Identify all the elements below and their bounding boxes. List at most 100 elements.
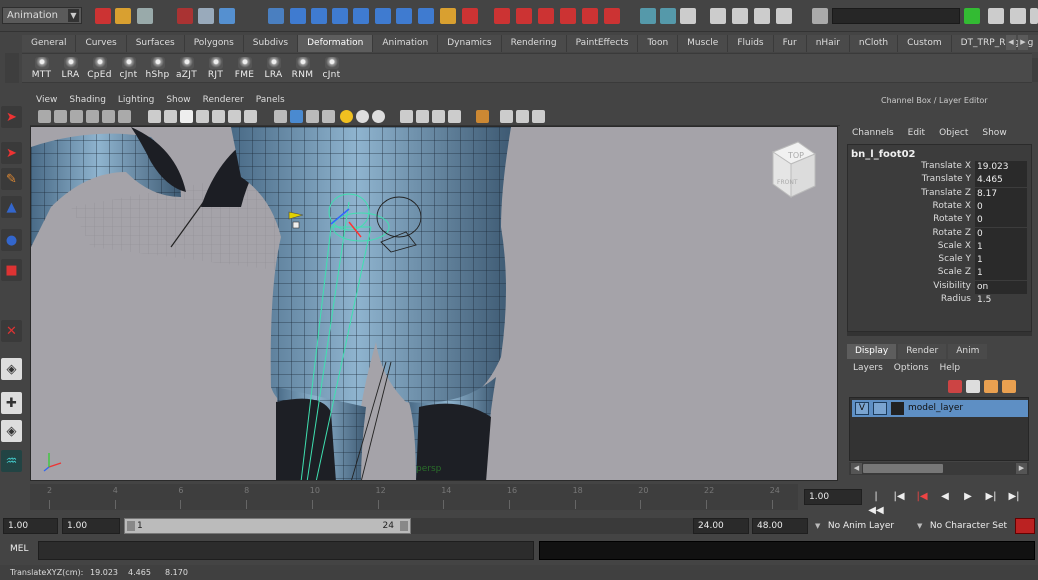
selected-object-name[interactable]: bn_l_foot02 [851,149,916,160]
snap-curve-icon[interactable] [516,8,532,24]
layer-editor-menu-item[interactable]: Options [894,361,929,375]
xray-icon[interactable] [244,110,257,123]
frame-all-icon[interactable] [500,110,513,123]
channel-attribute-row[interactable]: Rotate Z0 [851,227,1027,241]
channel-attribute-value[interactable]: 1.5 [975,294,1027,307]
construction-history-icon[interactable] [640,8,656,24]
channel-attribute-row[interactable]: Translate X 19.023 [851,161,1027,174]
wireframe-on-shaded-icon[interactable] [180,110,193,123]
select-object-icon[interactable] [198,8,214,24]
scale-tool-icon[interactable]: ■ [1,259,22,281]
highlight-selection-icon[interactable] [462,8,478,24]
shelf-tab[interactable]: Toon [638,35,679,52]
channel-attribute-row[interactable]: Translate Y 4.465 [851,174,1027,188]
viewport-menu-item[interactable]: View [36,93,57,108]
select-tool-icon[interactable]: ➤ [1,106,22,128]
shelf-button[interactable]: LRA [259,56,288,83]
viewport-menu-item[interactable]: Renderer [203,93,244,108]
channel-attribute-value[interactable]: 0 [975,227,1027,241]
shelf-tab[interactable]: Custom [898,35,952,52]
paint-effects-icon[interactable] [754,8,770,24]
time-slider[interactable] [30,484,798,510]
channel-attribute-row[interactable]: Rotate Y 0 [851,214,1027,228]
persp-outliner-layout-icon[interactable]: ◈ [1,420,22,442]
move-tool-icon[interactable]: ▲ [1,196,22,218]
shelf-tab[interactable]: Rendering [501,35,567,52]
layer-visibility-toggle[interactable]: V [855,402,869,415]
shelf-tab[interactable]: Polygons [184,35,244,52]
select-component-icon[interactable] [219,8,235,24]
show-manipulator-tool-icon[interactable]: ✕ [1,320,22,342]
select-hierarchy-icon[interactable] [177,8,193,24]
shelf-button[interactable]: FME [230,56,259,83]
viewport-menu-item[interactable]: Lighting [118,93,154,108]
channel-attribute-row[interactable]: Radius 1.5 [851,294,1027,307]
move-layer-down-icon[interactable] [966,380,980,393]
step-forward-key-icon[interactable]: ▶| [983,490,999,504]
channel-attribute-value[interactable]: 0 [975,200,1027,214]
new-layer-from-selection-icon[interactable] [1002,380,1016,393]
shelf-tab[interactable]: PaintEffects [566,35,639,52]
isolate-select-icon[interactable] [274,110,287,123]
textured-icon[interactable] [196,110,209,123]
chevron-right-icon[interactable]: ▶ [1016,463,1027,474]
rotate-tool-icon[interactable]: ● [1,229,22,251]
menu-set-dropdown[interactable]: Animation ▼ [2,7,82,24]
layer-color-swatch[interactable] [891,402,904,415]
snap-grid-icon[interactable] [494,8,510,24]
anti-alias-icon[interactable] [400,110,413,123]
script-editor-icon[interactable] [776,8,792,24]
select-curve-icon[interactable] [311,8,327,24]
channel-box-menu-item[interactable]: Channels [852,126,894,141]
viewport-persp[interactable]: TOP FRONT persp [30,126,838,481]
attribute-editor-toggle-icon[interactable] [988,8,1004,24]
play-backwards-icon[interactable]: ◀ [937,490,953,504]
paint-select-tool-icon[interactable]: ✎ [1,168,22,190]
scrollbar-thumb[interactable] [863,464,943,473]
channel-attribute-row[interactable]: Scale Z 1 [851,267,1027,281]
command-language-label[interactable]: MEL [10,544,28,554]
step-forward-icon[interactable]: ▶| [1006,490,1022,504]
panel-resize-handle[interactable] [847,332,1032,336]
range-slider[interactable]: 1 24 [124,518,411,534]
channel-box-menu-item[interactable]: Edit [908,126,925,141]
snapshot-icon[interactable] [532,110,545,123]
select-deformer-icon[interactable] [353,8,369,24]
anim-layer-dropdown[interactable]: ▼ No Anim Layer [815,518,894,534]
shelf-menu-handle[interactable] [5,53,19,83]
channel-attribute-row[interactable]: Visibility on [851,280,1027,294]
ambient-occlusion-icon[interactable] [356,110,369,123]
shelf-button[interactable]: RNM [288,56,317,83]
current-time-field[interactable]: 1.00 [804,489,862,505]
input-output-icon[interactable] [604,8,620,24]
step-back-key-icon[interactable]: |◀ [914,490,930,504]
playback-start-field[interactable]: 1.00 [62,518,120,534]
shelf-tab[interactable]: nHair [806,35,850,52]
chevron-left-icon[interactable]: ◀ [851,463,862,474]
channel-attribute-value[interactable]: 1 [975,267,1027,281]
render-settings-icon[interactable] [710,8,726,24]
shelf-tab[interactable]: Muscle [678,35,729,52]
command-input[interactable] [38,541,534,560]
render-icon[interactable] [660,8,676,24]
make-live-icon[interactable] [582,8,598,24]
channel-box-menu-item[interactable]: Object [939,126,968,141]
bookmark-icon[interactable] [70,110,83,123]
channel-attribute-value[interactable]: 1 [975,240,1027,254]
depth-of-field-icon[interactable] [416,110,429,123]
channel-attribute-value[interactable]: 1 [975,254,1027,268]
four-view-layout-icon[interactable]: ✚ [1,392,22,414]
shelf-tab[interactable]: Deformation [298,35,374,52]
lights-icon[interactable] [340,110,353,123]
shelf-tab[interactable]: Fur [773,35,807,52]
select-render-icon[interactable] [396,8,412,24]
layer-editor-menu-item[interactable]: Help [940,361,961,375]
ipr-render-icon[interactable] [680,8,696,24]
hypershade-icon[interactable] [732,8,748,24]
select-camera-icon[interactable] [38,110,51,123]
open-scene-icon[interactable] [115,8,131,24]
character-set-dropdown[interactable]: ▼ No Character Set [917,518,1007,534]
sidebar-toggle-icon[interactable] [964,8,980,24]
shelf-tab[interactable]: nCloth [849,35,899,52]
layer-editor-tab[interactable]: Display [847,344,897,359]
